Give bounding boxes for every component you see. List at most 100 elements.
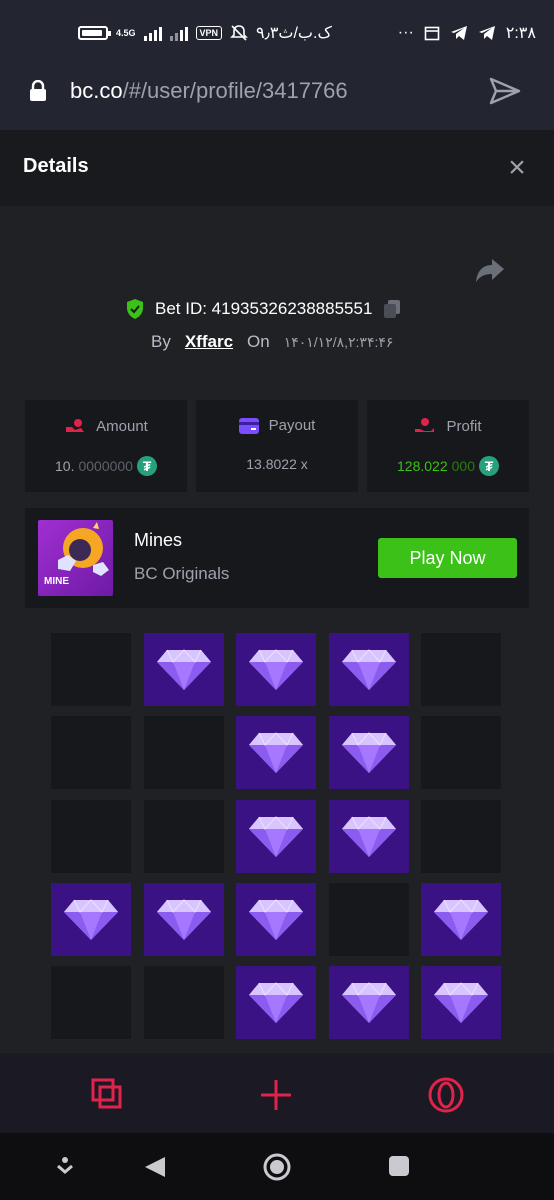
page-title: Details [23, 155, 89, 177]
payout-card: Payout 13.8022 x [196, 400, 358, 492]
diamond-icon [434, 898, 488, 940]
by-label: By [151, 332, 171, 351]
diamond-icon [157, 898, 211, 940]
game-thumb-label: MINE [44, 576, 69, 587]
payout-label: Payout [268, 417, 316, 434]
mine-tile-empty [51, 966, 131, 1039]
diamond-icon [157, 648, 211, 690]
verified-shield-icon [127, 299, 143, 319]
nav-home-icon[interactable] [262, 1152, 292, 1182]
tabs-icon[interactable] [91, 1078, 125, 1112]
vpn-badge: VPN [195, 26, 223, 40]
bet-id: Bet ID: 41935326238885551 [155, 299, 373, 318]
mine-tile-gem [144, 633, 224, 706]
mine-tile-empty [421, 800, 501, 873]
mine-tile-gem [236, 800, 316, 873]
plus-icon[interactable] [259, 1078, 293, 1112]
profit-value-decimals: 000 [451, 458, 475, 474]
game-thumbnail[interactable]: MINE [38, 520, 113, 596]
diamond-icon [249, 731, 303, 773]
profit-label: Profit [446, 417, 482, 435]
profit-label-row: Profit [367, 417, 529, 435]
mine-tile-gem [144, 883, 224, 956]
amount-label: Amount [96, 417, 148, 435]
clock: ۲:۳۸ [505, 25, 536, 42]
game-name: Mines [134, 530, 183, 550]
diamond-icon [249, 815, 303, 857]
diamond-icon [342, 648, 396, 690]
mine-tile-gem [329, 966, 409, 1039]
status-bar: 4.5G VPN ۹٫۳ک.ب/ث ··· ۲:۳۸ [0, 0, 554, 64]
on-label: On [247, 332, 270, 351]
game-card: MINE Mines BC Originals Play Now [25, 508, 529, 608]
mine-tile-empty [421, 633, 501, 706]
bet-id-row: Bet ID: 41935326238885551 [125, 296, 402, 322]
play-now-button[interactable]: Play Now [378, 538, 517, 578]
mine-tile-empty [421, 716, 501, 789]
profit-card: Profit 128.022 000 ₮ [367, 400, 529, 492]
opera-icon[interactable] [428, 1077, 464, 1113]
mine-tile-empty [144, 966, 224, 1039]
diamond-icon [64, 898, 118, 940]
mines-grid [51, 633, 501, 1039]
diamond-icon [434, 981, 488, 1023]
copy-icon[interactable] [382, 298, 402, 320]
nav-back-icon[interactable] [143, 1155, 167, 1179]
status-left: 4.5G VPN ۹٫۳ک.ب/ث [78, 20, 332, 46]
diamond-icon [249, 898, 303, 940]
diamond-icon [249, 981, 303, 1023]
amount-value: 10. 0000000 ₮ [25, 456, 187, 476]
mine-tile-empty [144, 716, 224, 789]
overflow-dots: ··· [397, 24, 414, 41]
mine-tile-empty [51, 800, 131, 873]
tether-icon: ₮ [136, 456, 157, 476]
battery-icon [78, 26, 111, 40]
payout-label-row: Payout [196, 417, 358, 434]
mine-tile-gem [236, 633, 316, 706]
mine-tile-gem [329, 633, 409, 706]
url-text[interactable]: bc.co/#/user/profile/3417766 [70, 78, 348, 104]
lock-icon [30, 80, 46, 101]
mine-tile-gem [329, 716, 409, 789]
diamond-icon [342, 731, 396, 773]
mine-tile-gem [51, 883, 131, 956]
mine-tile-gem [421, 883, 501, 956]
signal-icon [143, 25, 162, 41]
game-provider: BC Originals [134, 564, 230, 583]
mine-tile-empty [144, 800, 224, 873]
signal-2-icon [169, 25, 188, 41]
nav-down-icon[interactable] [55, 1156, 75, 1178]
status-right: ··· ۲:۳۸ [398, 20, 536, 46]
username-link[interactable]: Xffarc [185, 332, 233, 352]
mute-bell-icon [230, 25, 248, 41]
mine-tile-gem [236, 716, 316, 789]
profit-value: 128.022 000 ₮ [367, 456, 529, 476]
bet-date: ۱۴۰۱/۱۲/۸,۲:۳۴:۴۶ [283, 333, 394, 350]
diamond-icon [249, 648, 303, 690]
data-speed: ۹٫۳ک.ب/ث [256, 25, 332, 42]
payout-value: 13.8022 x [196, 456, 358, 472]
telegram-2-icon [478, 26, 495, 40]
amount-value-main: 10. [55, 458, 75, 474]
diamond-icon [342, 981, 396, 1023]
nav-recents-icon[interactable] [388, 1155, 410, 1177]
mine-tile-gem [236, 883, 316, 956]
share-icon[interactable] [474, 257, 506, 285]
money-bag-icon [66, 419, 85, 432]
mine-tile-empty [51, 633, 131, 706]
payout-value-text: 13.8022 x [246, 456, 308, 472]
wallet-icon [238, 417, 259, 434]
mine-tile-gem [329, 800, 409, 873]
profit-value-main: 128.022 [397, 458, 448, 474]
close-icon[interactable]: × [503, 153, 531, 183]
send-icon[interactable] [488, 76, 522, 106]
url-host: bc.co [70, 78, 123, 103]
amount-label-row: Amount [25, 417, 187, 435]
url-path: /#/user/profile/3417766 [122, 78, 348, 103]
bet-meta-row: By Xffarc On ۱۴۰۱/۱۲/۸,۲:۳۴:۴۶ [151, 330, 393, 354]
amount-card: Amount 10. 0000000 ₮ [25, 400, 187, 492]
network-type: 4.5G [116, 27, 136, 38]
telegram-icon [450, 26, 467, 40]
calendar-icon [424, 26, 440, 41]
tether-icon: ₮ [478, 456, 499, 476]
